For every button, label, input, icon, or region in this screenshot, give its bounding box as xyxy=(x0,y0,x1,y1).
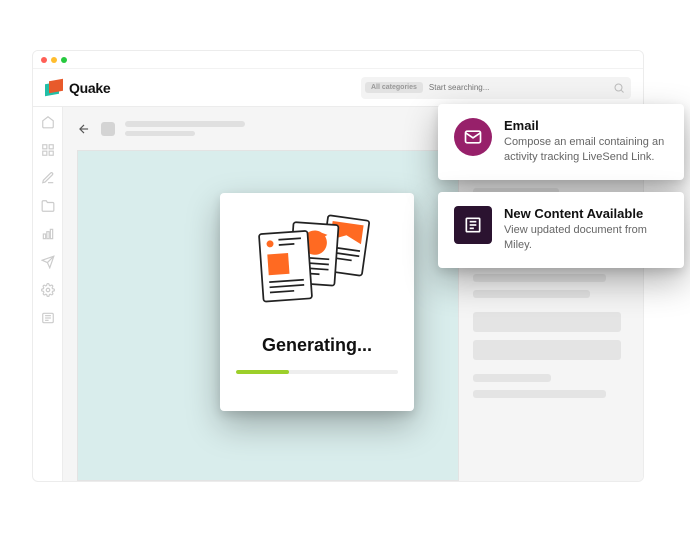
toast-text: Email Compose an email containing an act… xyxy=(504,118,668,166)
generating-label: Generating... xyxy=(262,335,372,356)
skeleton-block xyxy=(473,374,629,398)
toast-new-content[interactable]: New Content Available View updated docum… xyxy=(438,192,684,268)
window-zoom-dot[interactable] xyxy=(61,57,67,63)
progress-fill xyxy=(236,370,289,374)
skeleton-thumb xyxy=(101,122,115,136)
skeleton-subtitle xyxy=(125,131,195,136)
generating-card: Generating... xyxy=(220,193,414,411)
edit-icon[interactable] xyxy=(41,171,55,185)
skeleton-title xyxy=(125,121,245,127)
send-icon[interactable] xyxy=(41,255,55,269)
document-icon xyxy=(454,206,492,244)
documents-stack-icon xyxy=(252,209,382,327)
brand-name: Quake xyxy=(69,80,110,96)
brand[interactable]: Quake xyxy=(45,79,110,97)
window-close-dot[interactable] xyxy=(41,57,47,63)
toast-title: New Content Available xyxy=(504,206,668,221)
skeleton-block xyxy=(473,312,629,360)
home-icon[interactable] xyxy=(41,115,55,129)
news-icon[interactable] xyxy=(41,311,55,325)
toast-text: New Content Available View updated docum… xyxy=(504,206,668,254)
brand-logo-icon xyxy=(45,79,63,97)
side-rail xyxy=(33,107,63,481)
top-bar: Quake All categories xyxy=(33,69,643,107)
toast-email[interactable]: Email Compose an email containing an act… xyxy=(438,104,684,180)
toast-title: Email xyxy=(504,118,668,133)
search-wrap: All categories xyxy=(361,77,631,99)
window-chrome xyxy=(33,51,643,69)
back-arrow-icon[interactable] xyxy=(77,122,91,136)
settings-icon[interactable] xyxy=(41,283,55,297)
search-pill[interactable]: All categories xyxy=(361,77,631,99)
search-icon xyxy=(613,82,625,94)
toast-body: View updated document from Miley. xyxy=(504,223,668,254)
search-category-tag[interactable]: All categories xyxy=(365,82,423,93)
progress-bar xyxy=(236,370,398,374)
folder-icon[interactable] xyxy=(41,199,55,213)
envelope-icon xyxy=(454,118,492,156)
toast-body: Compose an email containing an activity … xyxy=(504,135,668,166)
grid-icon[interactable] xyxy=(41,143,55,157)
search-input[interactable] xyxy=(429,83,607,92)
chart-icon[interactable] xyxy=(41,227,55,241)
window-minimize-dot[interactable] xyxy=(51,57,57,63)
